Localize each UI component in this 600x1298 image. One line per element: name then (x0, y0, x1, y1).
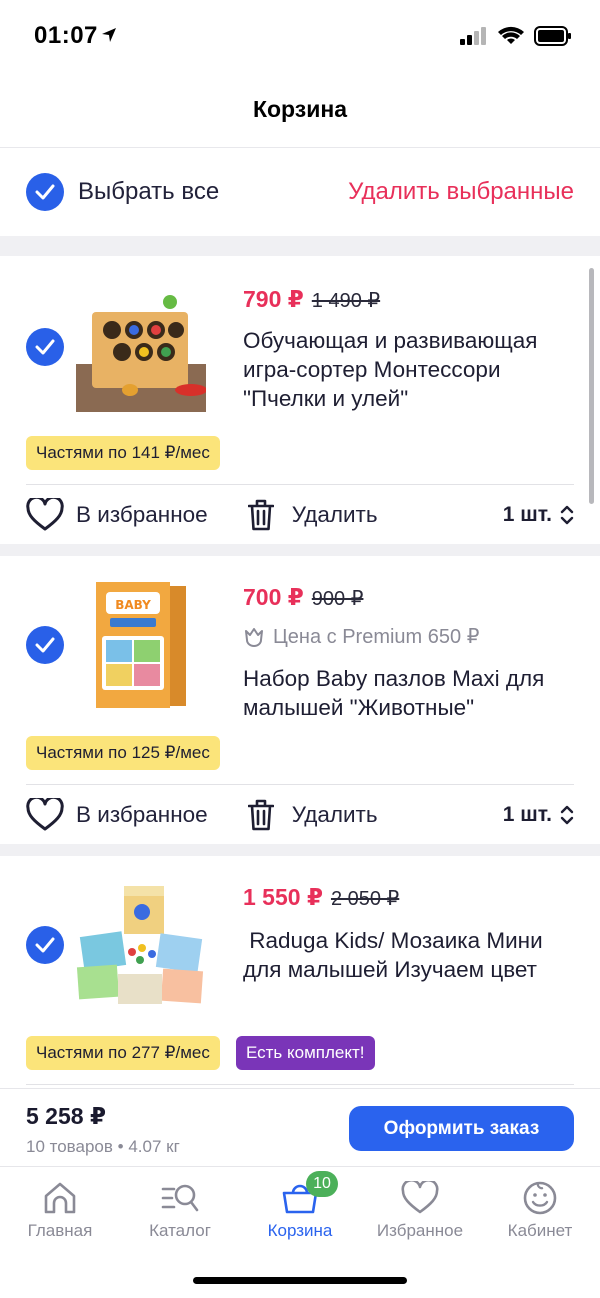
tab-label: Избранное (376, 1221, 464, 1240)
tab-label: Каталог (149, 1221, 211, 1240)
item-actions: В избранное Удалить 1 шт. (26, 484, 574, 544)
scroll-indicator[interactable] (589, 268, 594, 504)
quantity-selector[interactable]: 1 шт. (503, 803, 574, 827)
svg-text:BABY: BABY (115, 598, 151, 612)
cart-item: BABY 700 ₽ 900 ₽ Цена с Premium 650 ₽ На… (0, 556, 600, 844)
select-all-label[interactable]: Выбрать все (78, 178, 219, 206)
old-price: 1 490 ₽ (311, 290, 381, 312)
tab-account[interactable]: Кабинет (480, 1179, 600, 1241)
nav-bar: Корзина (0, 72, 600, 148)
catalog-search-icon (160, 1179, 200, 1217)
current-price: 700 ₽ (243, 584, 304, 610)
delete-selected-button[interactable]: Удалить выбранные (348, 178, 574, 206)
section-divider (0, 544, 600, 556)
tab-label: Главная (27, 1221, 93, 1240)
item-checkbox[interactable] (26, 926, 64, 964)
quantity-selector[interactable]: 1 шт. (503, 503, 574, 527)
tab-label: Корзина (267, 1221, 333, 1240)
tab-catalog[interactable]: Каталог (120, 1179, 240, 1241)
select-all-bar: Выбрать все Удалить выбранные (0, 148, 600, 236)
cart-count-badge: 10 (306, 1171, 338, 1197)
delete-label: Удалить (291, 801, 378, 827)
checkmark-icon (35, 937, 55, 953)
home-icon (40, 1179, 80, 1217)
item-checkbox[interactable] (26, 626, 64, 664)
quantity-value: 1 шт. (502, 502, 552, 526)
home-indicator (193, 1277, 407, 1284)
add-to-favorites-button[interactable]: В избранное (26, 797, 208, 832)
delete-label: Удалить (291, 501, 378, 527)
chevron-up-down-icon (560, 805, 574, 824)
product-title[interactable]: Набор Baby пазлов Maxi для малышей "Живо… (243, 664, 583, 722)
set-available-badge[interactable]: Есть комплект! (236, 1036, 375, 1070)
basket-icon: 10 (280, 1171, 338, 1217)
trash-icon (247, 499, 274, 530)
smiley-face-icon (520, 1179, 560, 1217)
premium-price-row[interactable]: Цена с Premium 650 ₽ (243, 624, 479, 649)
section-divider (0, 236, 600, 256)
installment-badge[interactable]: Частями по 141 ₽/мес (26, 436, 220, 470)
current-price: 1 550 ₽ (243, 884, 323, 910)
checkout-footer: 5 258 ₽ 10 товаров • 4.07 кг Оформить за… (0, 1088, 600, 1166)
price-row: 1 550 ₽ 2 050 ₽ (243, 884, 399, 911)
select-all-checkbox[interactable] (26, 173, 64, 211)
installment-badge[interactable]: Частями по 277 ₽/мес (26, 1036, 220, 1070)
product-image-mosaic[interactable] (76, 882, 206, 1012)
battery-icon (534, 26, 571, 46)
favorites-label: В избранное (76, 801, 208, 827)
status-bar: 01:07 (0, 0, 600, 72)
page-title: Корзина (252, 96, 348, 122)
wifi-icon (498, 26, 524, 44)
premium-price: Цена с Premium 650 ₽ (273, 626, 480, 648)
tab-favorites[interactable]: Избранное (360, 1179, 480, 1241)
old-price: 900 ₽ (311, 588, 364, 610)
favorites-label: В избранное (76, 501, 208, 527)
order-total: 5 258 ₽ (26, 1103, 106, 1129)
add-to-favorites-button[interactable]: В избранное (26, 497, 208, 532)
quantity-value: 1 шт. (502, 802, 552, 826)
status-icons (460, 26, 572, 46)
cart-item: 790 ₽ 1 490 ₽ Обучающая и развивающая иг… (0, 256, 600, 544)
premium-crown-icon (245, 627, 263, 647)
location-arrow-icon (102, 28, 116, 42)
product-title[interactable]: Raduga Kids/ Мозаика Мини для малышей Из… (243, 926, 583, 984)
cellular-signal-icon (460, 27, 486, 45)
cart-item: 1 550 ₽ 2 050 ₽ Raduga Kids/ Мозаика Мин… (0, 856, 600, 1088)
heart-icon (26, 797, 64, 830)
checkmark-icon (35, 339, 55, 355)
price-row: 790 ₽ 1 490 ₽ (243, 286, 380, 313)
current-price: 790 ₽ (243, 286, 304, 312)
installment-badge[interactable]: Частями по 125 ₽/мес (26, 736, 220, 770)
product-title[interactable]: Обучающая и развивающая игра-сортер Монт… (243, 326, 583, 413)
product-image-bee-sorter[interactable] (76, 282, 206, 412)
checkmark-icon (35, 637, 55, 653)
heart-icon (400, 1179, 440, 1217)
delete-item-button[interactable]: Удалить (247, 498, 378, 532)
status-time: 01:07 (34, 22, 98, 49)
checkmark-icon (35, 184, 55, 200)
old-price: 2 050 ₽ (330, 888, 400, 910)
tab-home[interactable]: Главная (0, 1179, 120, 1241)
tab-label: Кабинет (507, 1221, 573, 1240)
order-summary: 10 товаров • 4.07 кг (26, 1137, 180, 1156)
checkout-button[interactable]: Оформить заказ (349, 1106, 574, 1151)
item-checkbox[interactable] (26, 328, 64, 366)
delete-item-button[interactable]: Удалить (247, 798, 378, 832)
chevron-up-down-icon (560, 505, 574, 524)
section-divider (0, 844, 600, 856)
heart-icon (26, 497, 64, 530)
product-image-baby-puzzles[interactable]: BABY (76, 580, 206, 710)
trash-icon (247, 799, 274, 830)
item-actions: В избранное Удалить 1 шт. (26, 784, 574, 844)
price-row: 700 ₽ 900 ₽ (243, 584, 363, 611)
tab-cart[interactable]: 10 Корзина (240, 1171, 360, 1241)
